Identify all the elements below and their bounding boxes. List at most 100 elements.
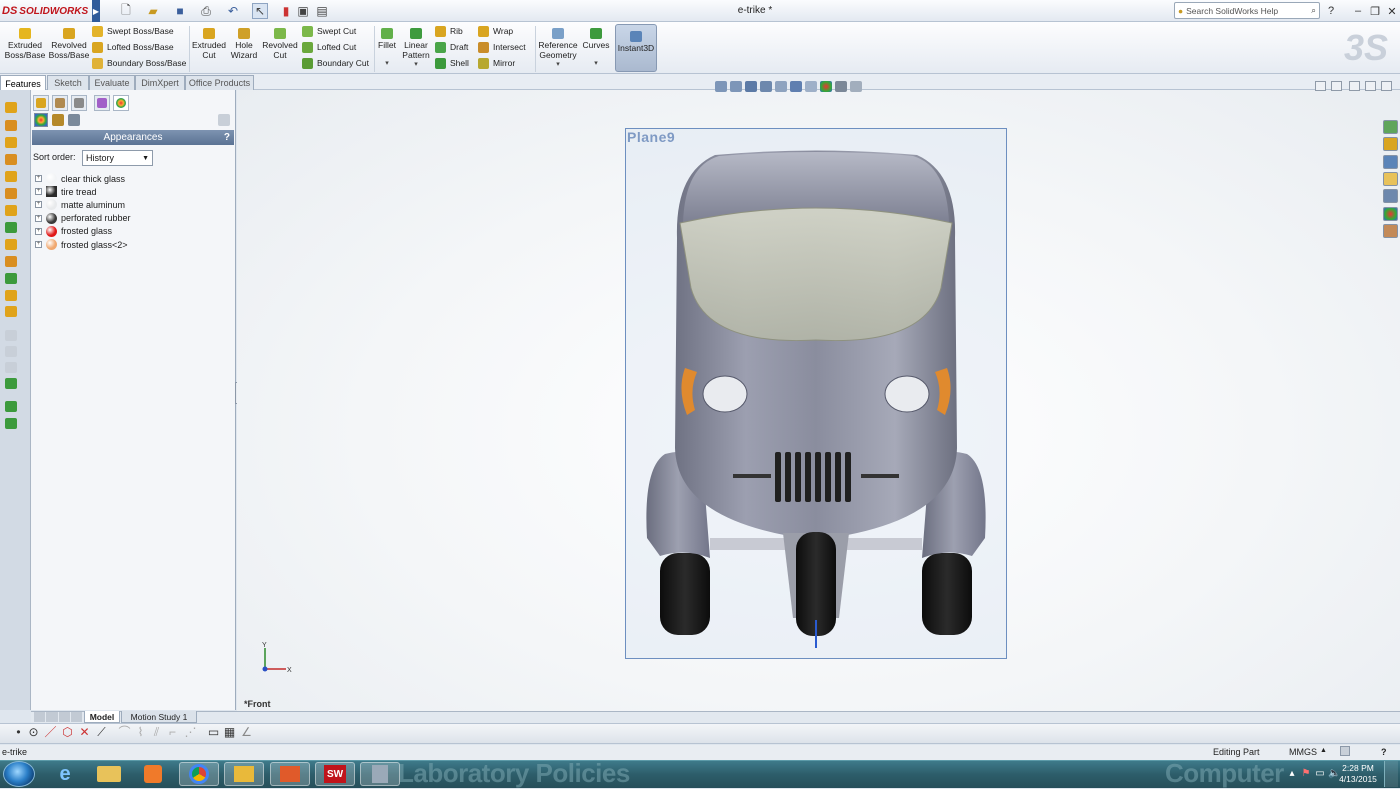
- calculator-icon[interactable]: [360, 762, 400, 786]
- lofted-boss-button[interactable]: Lofted Boss/Base: [92, 39, 188, 55]
- configuration-manager-tab[interactable]: [71, 95, 87, 111]
- search-results-icon[interactable]: [1383, 189, 1398, 203]
- minimize-button[interactable]: –: [1350, 3, 1366, 19]
- draft-button[interactable]: Draft: [435, 39, 475, 55]
- boundary-cut-button[interactable]: Boundary Cut: [302, 55, 376, 71]
- action-center-icon[interactable]: ⚑: [1300, 768, 1312, 780]
- shortcut-mirror-icon[interactable]: [5, 378, 17, 389]
- instant3d-button[interactable]: Instant3D: [615, 24, 657, 72]
- extruded-cut-button[interactable]: Extruded Cut: [190, 26, 228, 60]
- shortcut-reference-icon[interactable]: [5, 401, 17, 412]
- curves-button[interactable]: Curves ▾: [581, 26, 611, 68]
- tab-motion-study[interactable]: Motion Study 1: [121, 711, 197, 723]
- expand-plus-icon[interactable]: +: [35, 214, 42, 222]
- swept-boss-button[interactable]: Swept Boss/Base: [92, 23, 188, 39]
- restore-button[interactable]: ❐: [1367, 3, 1383, 19]
- reference-geometry-button[interactable]: Reference Geometry ▾: [537, 26, 579, 70]
- tab-features[interactable]: Features: [0, 75, 46, 91]
- panel-options-icon[interactable]: [218, 114, 230, 126]
- rib-button[interactable]: Rib: [435, 23, 475, 39]
- linear-pattern-button[interactable]: Linear Pattern ▾: [400, 26, 432, 70]
- linear-pattern-dropdown-icon[interactable]: ▾: [414, 60, 418, 70]
- sort-order-select[interactable]: History ▼: [82, 150, 153, 166]
- e-trike-model[interactable]: [625, 128, 1007, 659]
- tab-sketch[interactable]: Sketch: [47, 75, 89, 90]
- section-view-icon[interactable]: [760, 80, 772, 92]
- solidworks-logo[interactable]: DS SOLIDWORKS: [2, 3, 92, 19]
- curves-dropdown-icon[interactable]: ▾: [594, 59, 598, 69]
- expand-plus-icon[interactable]: +: [35, 188, 42, 196]
- select-pointer-icon[interactable]: ↖: [252, 3, 268, 19]
- expand-plus-icon[interactable]: +: [35, 201, 42, 209]
- shortcut-boundary-icon[interactable]: [5, 171, 17, 182]
- new-document-icon[interactable]: 🗋: [118, 3, 134, 19]
- custom-properties-icon[interactable]: [1383, 224, 1398, 238]
- windows-explorer-icon[interactable]: [224, 762, 264, 786]
- viewport-tile-button[interactable]: [1315, 81, 1326, 91]
- scroll-first-icon[interactable]: [34, 712, 46, 722]
- zoom-to-area-icon[interactable]: [730, 80, 742, 92]
- point-tool-icon[interactable]: •: [12, 726, 25, 739]
- undo-icon[interactable]: ↶: [225, 3, 241, 19]
- close-window-button[interactable]: ✕: [1384, 3, 1400, 19]
- viewport-restore-button[interactable]: [1365, 81, 1376, 91]
- save-icon[interactable]: ■: [172, 3, 188, 19]
- status-rebuild-icon[interactable]: [1340, 746, 1350, 756]
- tab-evaluate[interactable]: Evaluate: [89, 75, 135, 90]
- shortcut-hole-icon[interactable]: [5, 205, 17, 216]
- expand-plus-icon[interactable]: +: [35, 227, 42, 235]
- view-decals-icon[interactable]: [52, 114, 64, 126]
- solidworks-resources-icon[interactable]: [1383, 120, 1398, 134]
- apply-scene-icon[interactable]: [835, 80, 847, 92]
- design-library-icon[interactable]: [1383, 137, 1398, 151]
- feature-manager-tab[interactable]: [33, 95, 49, 111]
- circle-tool-icon[interactable]: ⊙: [27, 726, 40, 739]
- extruded-boss-button[interactable]: Extruded Boss/Base: [4, 26, 46, 60]
- appearance-item[interactable]: + matte aluminum: [35, 198, 125, 211]
- tab-model[interactable]: Model: [84, 711, 120, 723]
- tab-dimxpert[interactable]: DimXpert: [135, 75, 185, 90]
- shortcut-cut-icon[interactable]: [5, 188, 17, 199]
- chrome-icon[interactable]: [179, 762, 219, 786]
- angle-tool-icon[interactable]: ∠: [240, 726, 253, 739]
- view-settings-icon[interactable]: [850, 80, 862, 92]
- rebuild-icon[interactable]: ▮: [280, 3, 292, 19]
- viewport-close-button[interactable]: [1381, 81, 1392, 91]
- scroll-prev-icon[interactable]: [46, 712, 58, 722]
- shortcut-dome-icon[interactable]: [5, 306, 17, 317]
- help-menu-icon[interactable]: ?: [1323, 3, 1339, 19]
- property-manager-tab[interactable]: [52, 95, 68, 111]
- appearances-scenes-icon[interactable]: [1383, 207, 1398, 221]
- appearance-item[interactable]: + clear thick glass: [35, 172, 125, 185]
- shortcut-rib-icon[interactable]: [5, 256, 17, 267]
- file-explorer-taskbar-icon[interactable]: [89, 762, 129, 786]
- shortcut-shell-icon[interactable]: [5, 273, 17, 284]
- file-explorer-icon[interactable]: [1383, 155, 1398, 169]
- hide-show-items-icon[interactable]: [805, 80, 817, 92]
- line-tool-icon[interactable]: ／: [44, 726, 57, 739]
- scroll-last-icon[interactable]: [70, 712, 82, 722]
- file-properties-icon[interactable]: ▣: [295, 3, 311, 19]
- view-orientation-icon[interactable]: [775, 80, 787, 92]
- grid-tool-icon[interactable]: ▦: [223, 726, 236, 739]
- appearance-item[interactable]: + tire tread: [35, 185, 97, 198]
- reference-geometry-dropdown-icon[interactable]: ▾: [556, 60, 560, 70]
- shortcut-extrude-icon[interactable]: [5, 102, 17, 113]
- print-icon[interactable]: ⎙: [198, 3, 214, 19]
- status-help-button[interactable]: ?: [1381, 747, 1387, 757]
- shell-button[interactable]: Shell: [435, 55, 475, 71]
- units-dropdown-icon[interactable]: ▲: [1320, 747, 1327, 754]
- trim-tool-icon[interactable]: ✕: [78, 726, 91, 739]
- shortcut-curve-icon[interactable]: [5, 418, 17, 429]
- display-icon[interactable]: ▭: [1314, 768, 1326, 780]
- show-desktop-button[interactable]: [1384, 761, 1398, 787]
- revolved-boss-button[interactable]: Revolved Boss/Base: [48, 26, 90, 60]
- start-button[interactable]: [3, 761, 35, 787]
- shortcut-draft-icon[interactable]: [5, 290, 17, 301]
- shortcut-chamfer-icon[interactable]: [5, 239, 17, 250]
- view-appearances-icon[interactable]: [34, 113, 48, 127]
- zoom-to-fit-icon[interactable]: [715, 80, 727, 92]
- dimxpert-manager-tab[interactable]: [94, 95, 110, 111]
- previous-view-icon[interactable]: [745, 80, 757, 92]
- tab-office-products[interactable]: Office Products: [185, 75, 254, 90]
